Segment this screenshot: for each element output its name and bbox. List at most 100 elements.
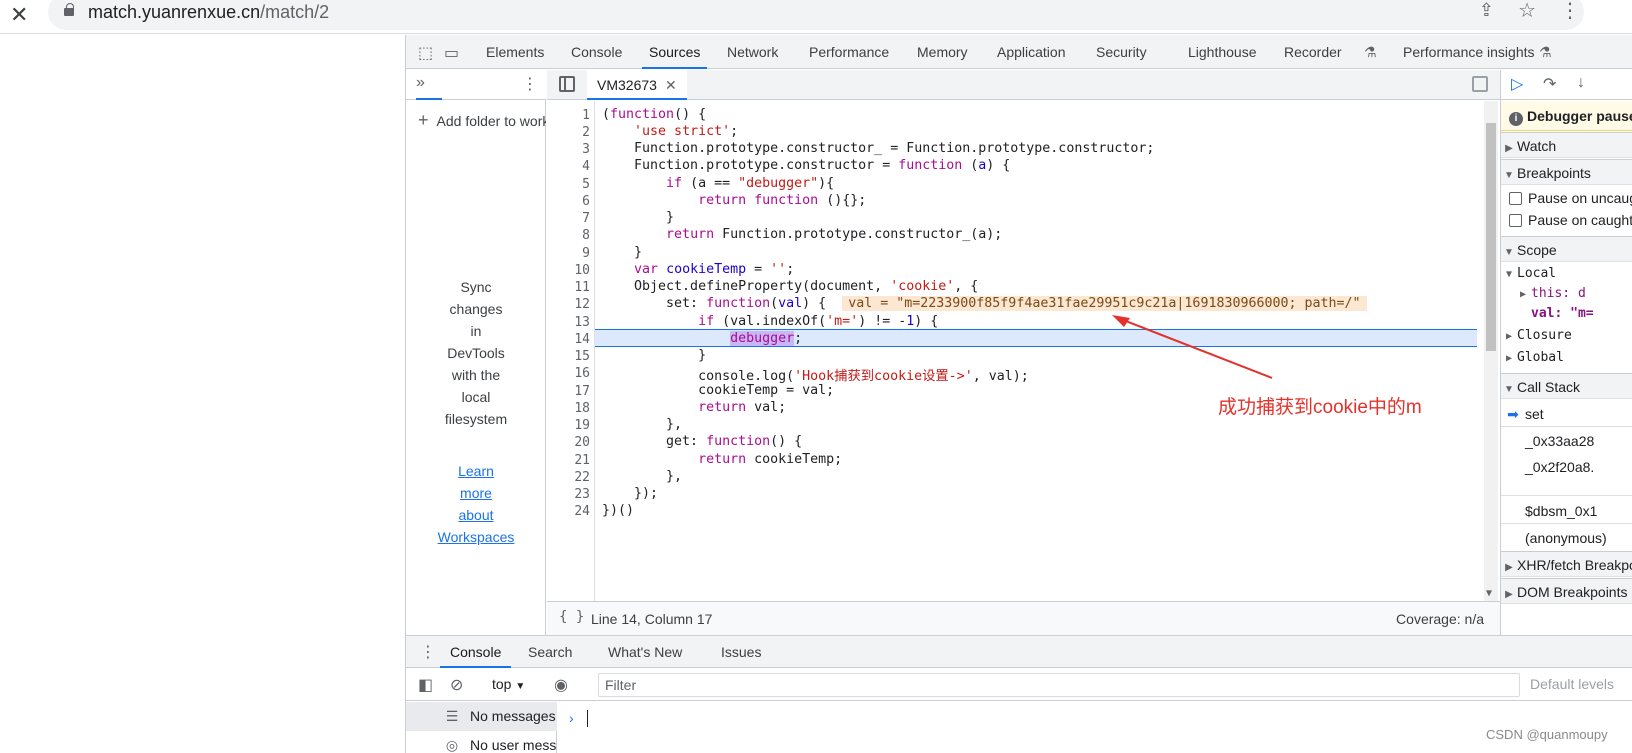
navigator-menu-icon[interactable]: ⋮ bbox=[522, 74, 538, 94]
tab-application[interactable]: Application bbox=[997, 35, 1066, 69]
scope-val[interactable]: val: "m= bbox=[1501, 306, 1632, 326]
line-number[interactable]: 21 bbox=[574, 453, 590, 468]
log-levels-dropdown[interactable]: Default levels bbox=[1530, 676, 1614, 692]
scroll-down-arrow-icon[interactable]: ▼ bbox=[1486, 588, 1492, 599]
line-number[interactable]: 6 bbox=[582, 194, 590, 209]
close-icon[interactable]: ✕ bbox=[10, 2, 28, 28]
more-tabs-chevron-icon[interactable]: » bbox=[416, 74, 442, 100]
call-frame[interactable]: $dbsm_0x1 bbox=[1501, 498, 1632, 524]
line-number[interactable]: 4 bbox=[582, 159, 590, 174]
line-number[interactable]: 20 bbox=[574, 435, 590, 450]
line-number[interactable]: 9 bbox=[582, 246, 590, 261]
share-icon[interactable]: ⇪ bbox=[1479, 0, 1494, 21]
console-drawer: ⋮ Console Search What's New Issues ◧ ⊘ t… bbox=[406, 635, 1632, 753]
call-frame[interactable]: _0x33aa28 bbox=[1501, 428, 1632, 454]
lock-icon[interactable] bbox=[64, 3, 74, 16]
line-number[interactable]: 8 bbox=[582, 228, 590, 243]
scope-local[interactable]: ▼ Local bbox=[1501, 266, 1632, 286]
tab-network[interactable]: Network bbox=[727, 35, 778, 69]
drawer-tab-whats-new[interactable]: What's New bbox=[608, 636, 682, 668]
bookmark-star-icon[interactable]: ☆ bbox=[1518, 0, 1536, 23]
console-sidebar-messages[interactable]: ☰ No messages bbox=[406, 702, 557, 731]
resume-icon[interactable]: ▷ bbox=[1511, 74, 1523, 94]
drawer-tab-issues[interactable]: Issues bbox=[721, 636, 761, 668]
context-selector[interactable]: top ▼ bbox=[492, 676, 525, 692]
section-scope[interactable]: ▼ Scope bbox=[1501, 236, 1632, 262]
tab-sources[interactable]: Sources bbox=[642, 35, 708, 69]
toggle-navigator-icon[interactable] bbox=[559, 76, 575, 92]
add-folder-label: Add folder to workspace bbox=[436, 113, 546, 129]
pause-uncaught-checkbox[interactable] bbox=[1509, 192, 1522, 205]
line-number[interactable]: 17 bbox=[574, 384, 590, 399]
context-label: top bbox=[492, 676, 512, 692]
line-number[interactable]: 3 bbox=[582, 142, 590, 157]
line-number[interactable]: 19 bbox=[574, 418, 590, 433]
tab-elements[interactable]: Elements bbox=[486, 35, 544, 69]
line-number[interactable]: 5 bbox=[582, 177, 590, 192]
clear-console-icon[interactable]: ⊘ bbox=[450, 675, 463, 695]
line-number[interactable]: 24 bbox=[574, 504, 590, 519]
scope-this[interactable]: ▶ this: d bbox=[1501, 286, 1632, 306]
line-number[interactable]: 7 bbox=[582, 211, 590, 226]
tab-console[interactable]: Console bbox=[571, 35, 622, 69]
call-frame[interactable]: ➡ set bbox=[1501, 401, 1632, 427]
section-dom-breakpoints[interactable]: ▶ DOM Breakpoints bbox=[1501, 578, 1632, 604]
tab-lighthouse[interactable]: Lighthouse bbox=[1188, 35, 1257, 69]
console-filter-input[interactable]: Filter bbox=[598, 673, 1520, 697]
section-call-stack[interactable]: ▼ Call Stack bbox=[1501, 373, 1632, 399]
line-number[interactable]: 10 bbox=[574, 263, 590, 278]
call-frame[interactable]: _0x2f20a8. bbox=[1501, 454, 1632, 496]
tab-recorder[interactable]: Recorder bbox=[1284, 35, 1342, 69]
line-number-gutter[interactable]: 1 2 3 4 5 6 7 8 9 10 11 12 13 14 15 16 17 18 19 20 21 22 23 24 bbox=[547, 101, 595, 601]
call-frame[interactable]: (anonymous) bbox=[1501, 525, 1632, 551]
editor-scrollbar[interactable]: ▼ bbox=[1484, 101, 1498, 601]
close-tab-icon[interactable]: ✕ bbox=[665, 77, 677, 93]
file-tab[interactable]: VM32673 ✕ bbox=[587, 70, 687, 100]
url-text[interactable]: match.yuanrenxue.cn/match/2 bbox=[88, 2, 329, 23]
scrollbar-thumb[interactable] bbox=[1486, 123, 1496, 351]
line-number[interactable]: 23 bbox=[574, 487, 590, 502]
pause-uncaught-row[interactable]: Pause on uncaught exceptions bbox=[1501, 190, 1632, 212]
code-area[interactable]: 1 2 3 4 5 6 7 8 9 10 11 12 13 14 15 16 17 18 19 20 21 22 23 24 … bbox=[547, 101, 1500, 601]
scope-closure[interactable]: ▶ Closure bbox=[1501, 328, 1632, 348]
pretty-print-icon[interactable]: { } bbox=[559, 609, 584, 625]
tab-performance[interactable]: Performance bbox=[809, 35, 889, 69]
drawer-tab-console[interactable]: Console bbox=[440, 636, 512, 668]
add-folder-button[interactable]: + Add folder to workspace bbox=[418, 110, 546, 131]
learn-workspaces-link[interactable]: Learn more about Workspaces bbox=[414, 460, 538, 548]
console-sidebar-user-messages[interactable]: ◎ No user messages bbox=[406, 731, 557, 753]
tab-performance-insights[interactable]: Performance insights bbox=[1403, 35, 1535, 69]
section-breakpoints[interactable]: ▼ Breakpoints bbox=[1501, 159, 1632, 185]
tab-security[interactable]: Security bbox=[1096, 35, 1147, 69]
pause-caught-checkbox[interactable] bbox=[1509, 214, 1522, 227]
line-number[interactable]: 2 bbox=[582, 125, 590, 140]
frame-label: _0x2f20a8. bbox=[1525, 459, 1595, 475]
scope-global[interactable]: ▶ Global bbox=[1501, 350, 1632, 370]
live-expression-eye-icon[interactable]: ◉ bbox=[554, 675, 568, 695]
line-number[interactable]: 16 bbox=[574, 366, 590, 381]
step-into-icon[interactable]: ↓ bbox=[1577, 74, 1585, 92]
more-menu-icon[interactable]: ⋮ bbox=[1560, 0, 1580, 23]
drawer-menu-icon[interactable]: ⋮ bbox=[420, 642, 436, 662]
sidebar-toggle-icon[interactable]: ◧ bbox=[418, 675, 433, 695]
pause-caught-row[interactable]: Pause on caught exceptions bbox=[1501, 212, 1632, 234]
tab-memory[interactable]: Memory bbox=[917, 35, 968, 69]
toggle-debugger-icon[interactable] bbox=[1472, 76, 1488, 92]
link-line: about bbox=[458, 507, 494, 523]
section-watch[interactable]: ▶ Watch bbox=[1501, 132, 1632, 158]
line-number[interactable]: 11 bbox=[574, 280, 590, 295]
line-number[interactable]: 15 bbox=[574, 349, 590, 364]
line-number[interactable]: 13 bbox=[574, 315, 590, 330]
line-number[interactable]: 18 bbox=[574, 401, 590, 416]
line-number[interactable]: 14 bbox=[574, 332, 590, 347]
inspect-element-icon[interactable]: ⬚ bbox=[418, 43, 433, 63]
drawer-tab-search[interactable]: Search bbox=[528, 636, 572, 668]
line-number[interactable]: 22 bbox=[574, 470, 590, 485]
address-bar[interactable]: match.yuanrenxue.cn/match/2 ⇪ ☆ ⋮ bbox=[48, 0, 1584, 30]
section-xhr-breakpoints[interactable]: ▶XHR/fetch Breakpoints bbox=[1501, 551, 1632, 577]
step-over-icon[interactable]: ↷ bbox=[1543, 74, 1556, 94]
line-number[interactable]: 1 bbox=[582, 108, 590, 123]
console-input-caret[interactable] bbox=[587, 710, 588, 727]
device-toolbar-icon[interactable]: ▭ bbox=[444, 43, 459, 63]
line-number[interactable]: 12 bbox=[574, 297, 590, 312]
